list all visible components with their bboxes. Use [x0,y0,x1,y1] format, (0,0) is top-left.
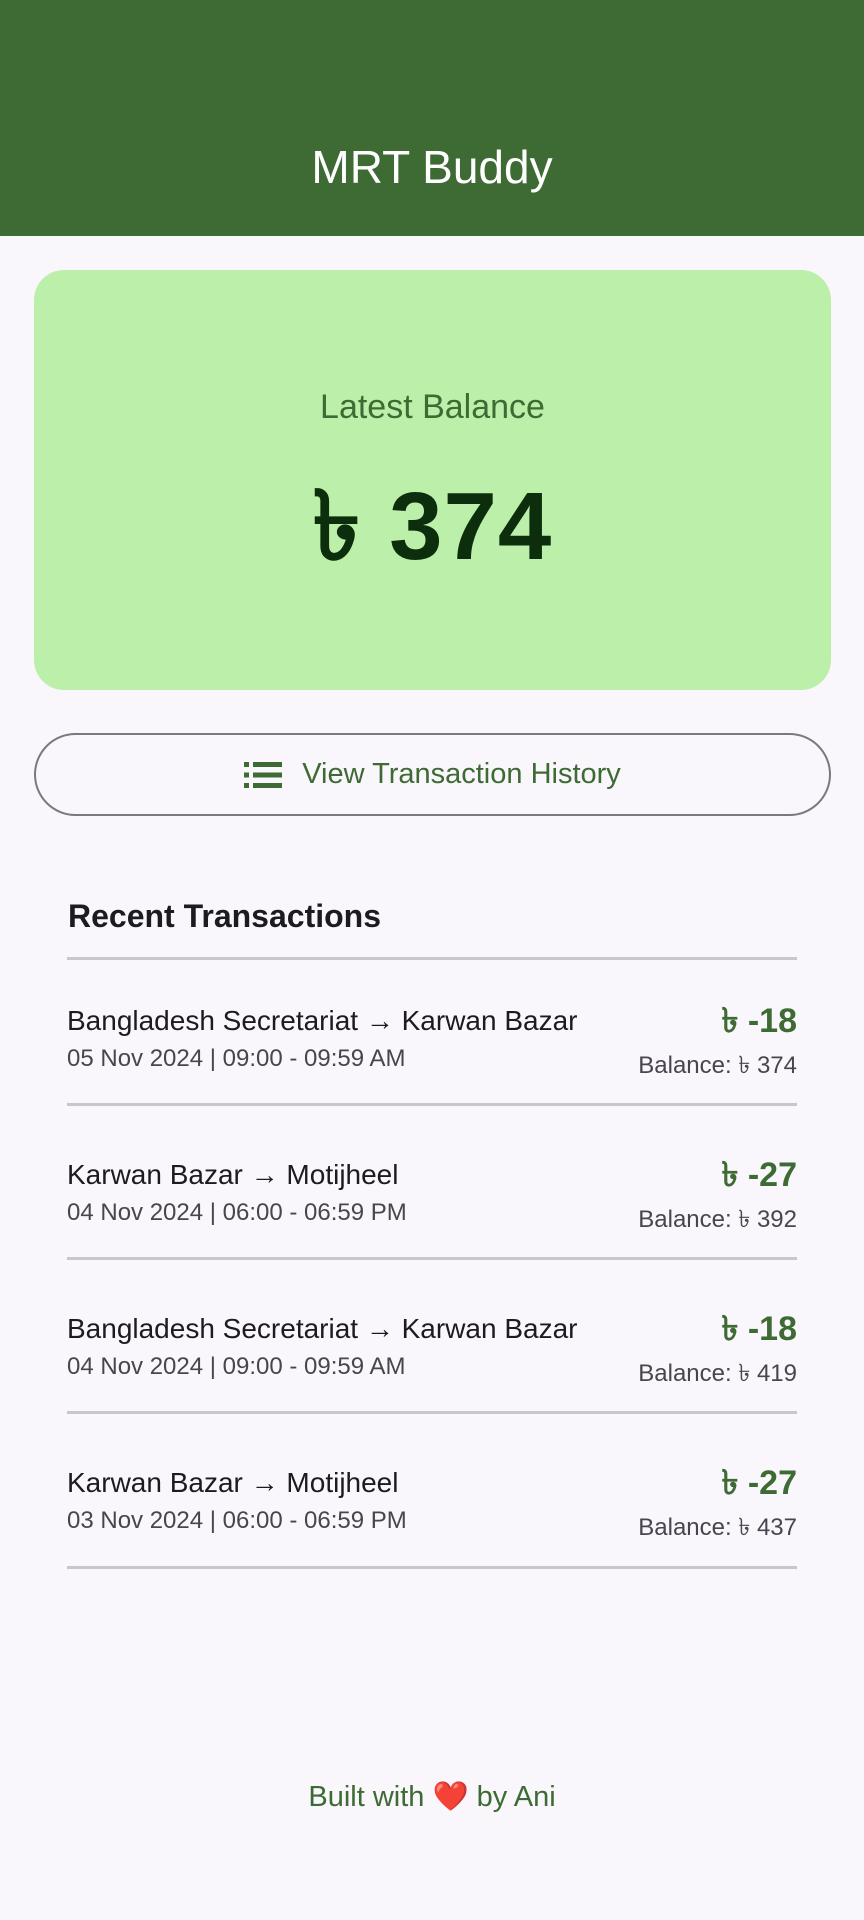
transaction-item[interactable]: Bangladesh Secretariat → Karwan Bazar 04… [67,1303,797,1413]
recent-transactions-title: Recent Transactions [68,898,381,934]
list-icon [244,761,283,788]
transaction-amount: ৳ -18 [721,1310,797,1348]
divider [67,1103,797,1106]
app-title: MRT Buddy [311,141,553,193]
app-bar: MRT Buddy [0,0,864,236]
transaction-balance: Balance: ৳ 392 [638,1206,797,1233]
divider [67,1257,797,1260]
transaction-balance: Balance: ৳ 437 [638,1514,797,1541]
view-transaction-history-label: View Transaction History [302,758,621,790]
transaction-balance: Balance: ৳ 374 [638,1052,797,1079]
divider [67,1566,797,1569]
transaction-balance: Balance: ৳ 419 [638,1360,797,1387]
transaction-route: Bangladesh Secretariat → Karwan Bazar [67,1313,578,1344]
transaction-amount: ৳ -27 [721,1464,797,1502]
transaction-route: Karwan Bazar → Motijheel [67,1467,399,1498]
divider [67,1411,797,1414]
transaction-time: 03 Nov 2024 | 06:00 - 06:59 PM [67,1507,407,1534]
transaction-item[interactable]: Karwan Bazar → Motijheel 04 Nov 2024 | 0… [67,1149,797,1259]
transaction-time: 05 Nov 2024 | 09:00 - 09:59 AM [67,1045,406,1072]
transaction-amount: ৳ -27 [721,1156,797,1194]
balance-label: Latest Balance [320,388,545,426]
view-transaction-history-button[interactable]: View Transaction History [34,733,831,816]
balance-value: ৳ 374 [312,473,553,580]
divider [67,957,797,960]
transaction-route: Karwan Bazar → Motijheel [67,1159,399,1190]
heart-icon: ❤️ [432,1781,469,1813]
footer-prefix: Built with [308,1781,425,1813]
balance-card: Latest Balance ৳ 374 [34,270,831,690]
transaction-time: 04 Nov 2024 | 06:00 - 06:59 PM [67,1199,407,1226]
footer: Built with ❤️ by Ani [0,1780,864,1814]
transaction-item[interactable]: Karwan Bazar → Motijheel 03 Nov 2024 | 0… [67,1457,797,1567]
footer-suffix: by Ani [476,1781,556,1813]
transaction-route: Bangladesh Secretariat → Karwan Bazar [67,1005,578,1036]
transaction-item[interactable]: Bangladesh Secretariat → Karwan Bazar 05… [67,995,797,1105]
transaction-time: 04 Nov 2024 | 09:00 - 09:59 AM [67,1353,406,1380]
transaction-amount: ৳ -18 [721,1002,797,1040]
